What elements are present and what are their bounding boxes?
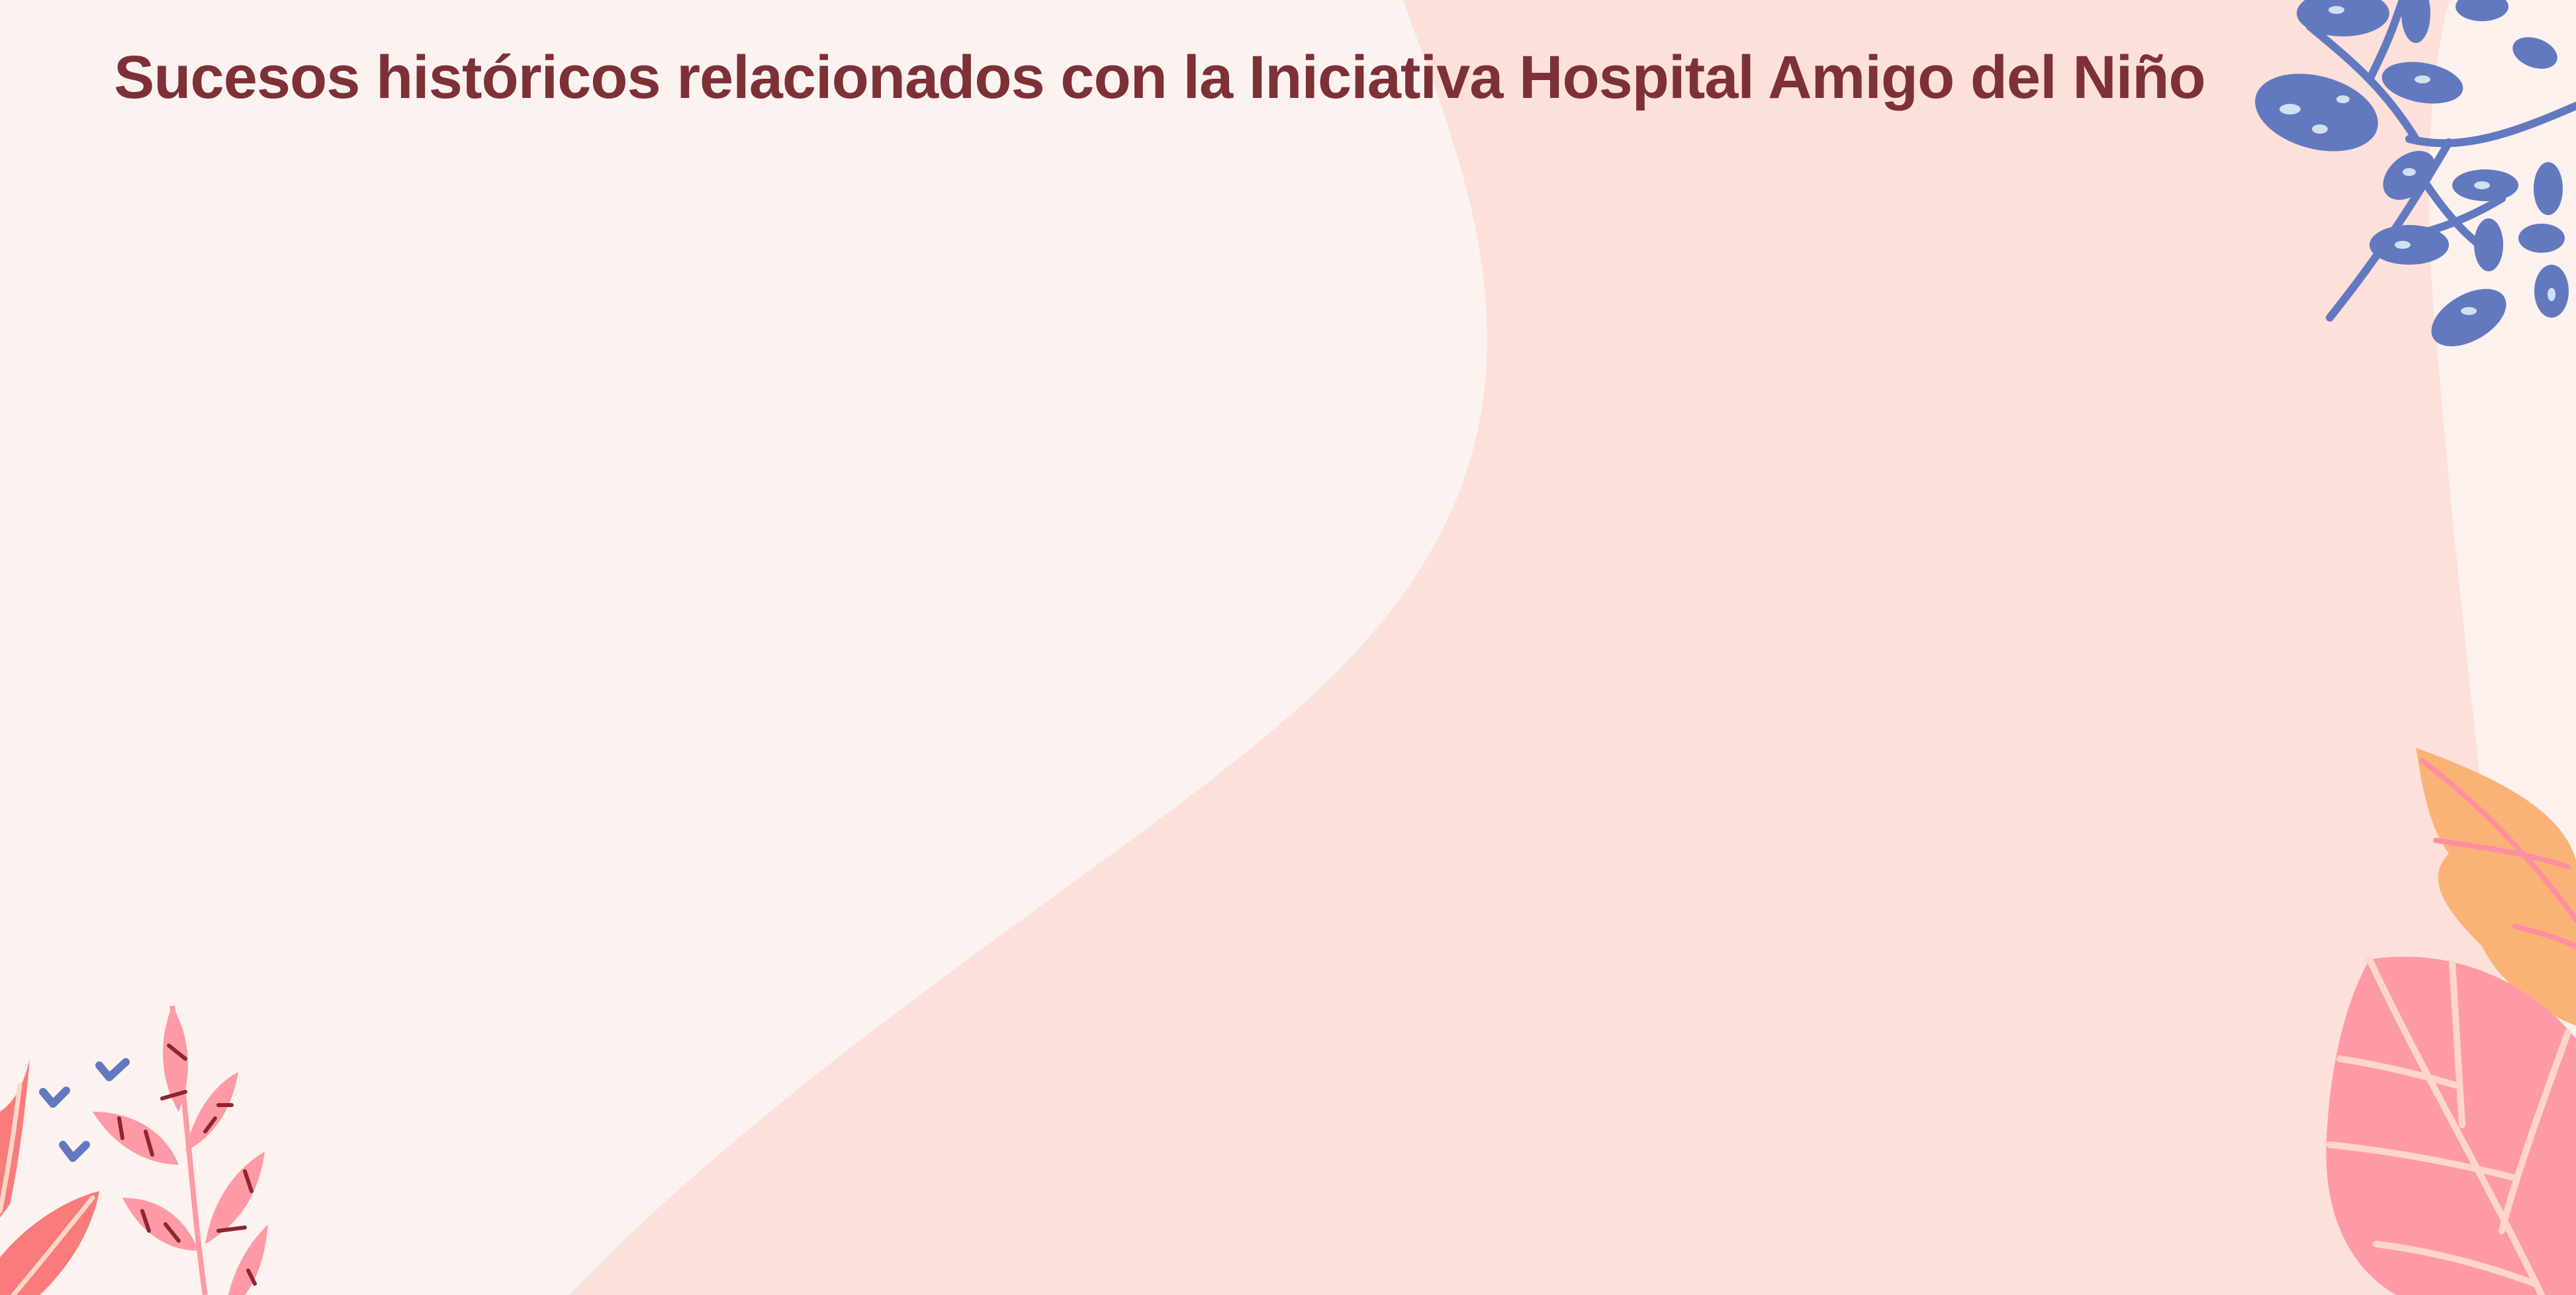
slide: Sucesos históricos relacionados con la I… <box>0 0 2576 1295</box>
background-shapes <box>569 0 2576 1295</box>
pink-leaf-icon <box>2326 956 2576 1295</box>
slide-title: Sucesos históricos relacionados con la I… <box>114 44 2206 111</box>
blue-branch-icon <box>2255 0 2576 347</box>
heart-icon <box>39 1058 130 1162</box>
